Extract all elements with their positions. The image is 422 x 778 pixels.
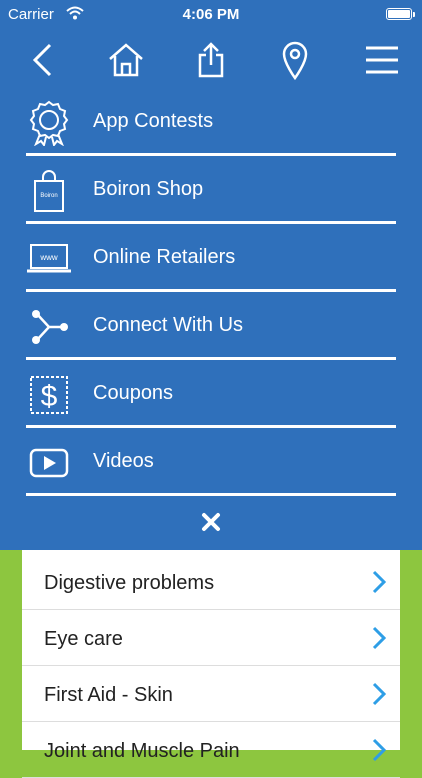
category-list: Digestive problems Eye care First Aid - …	[22, 550, 400, 778]
status-time: 4:06 PM	[182, 6, 240, 23]
list-item-label: First Aid - Skin	[44, 684, 173, 706]
status-bar: Carrier 4:06 PM	[0, 0, 422, 30]
list-item-label: Digestive problems	[44, 572, 215, 594]
chevron-right-icon	[372, 570, 387, 599]
menu-item-label: Coupons	[93, 382, 174, 404]
laptop-www-icon: www	[26, 236, 72, 282]
hamburger-menu-icon[interactable]	[360, 38, 404, 82]
list-item[interactable]: Eye care	[22, 610, 400, 666]
dropdown-menu: App Contests Boiron Boiron Shop www Onli…	[0, 90, 422, 550]
award-ribbon-icon	[26, 100, 72, 146]
menu-item-connect-with-us[interactable]: Connect With Us	[26, 294, 396, 360]
coupon-dollar-icon: $	[26, 372, 72, 418]
chevron-right-icon	[372, 626, 387, 655]
play-button-icon	[26, 440, 72, 486]
list-item-label: Eye care	[44, 628, 123, 650]
list-item[interactable]: Joint and Muscle Pain	[22, 722, 400, 778]
list-item-label: Joint and Muscle Pain	[44, 740, 240, 762]
menu-divider	[26, 493, 396, 496]
battery-icon	[386, 8, 415, 20]
menu-item-coupons[interactable]: $ Coupons	[26, 362, 396, 428]
shopping-bag-icon: Boiron	[26, 168, 72, 214]
menu-item-online-retailers[interactable]: www Online Retailers	[26, 226, 396, 292]
menu-item-app-contests[interactable]: App Contests	[26, 90, 396, 156]
share-nodes-icon	[26, 304, 72, 350]
shop-bag-text: Boiron	[40, 193, 57, 199]
menu-item-label: App Contests	[93, 110, 214, 132]
back-icon[interactable]	[20, 38, 64, 82]
menu-divider	[26, 221, 396, 224]
location-pin-icon[interactable]	[273, 38, 317, 82]
list-item[interactable]: Digestive problems	[22, 554, 400, 610]
share-icon[interactable]	[189, 38, 233, 82]
close-icon	[201, 512, 221, 537]
list-item[interactable]: First Aid - Skin	[22, 666, 400, 722]
close-menu-button[interactable]	[190, 506, 232, 542]
svg-text:$: $	[41, 380, 58, 413]
chevron-right-icon	[372, 682, 387, 711]
menu-item-label: Videos	[93, 450, 154, 472]
svg-text:www: www	[39, 253, 58, 262]
menu-item-label: Connect With Us	[93, 314, 244, 336]
menu-divider	[26, 289, 396, 292]
chevron-right-icon	[372, 738, 387, 767]
menu-divider	[26, 357, 396, 360]
menu-divider	[26, 153, 396, 156]
menu-item-label: Online Retailers	[93, 246, 236, 268]
menu-item-label: Boiron Shop	[93, 178, 204, 200]
menu-item-videos[interactable]: Videos	[26, 430, 396, 496]
top-nav-bar	[0, 30, 422, 90]
menu-item-boiron-shop[interactable]: Boiron Boiron Shop	[26, 158, 396, 224]
home-icon[interactable]	[104, 38, 148, 82]
menu-divider	[26, 425, 396, 428]
